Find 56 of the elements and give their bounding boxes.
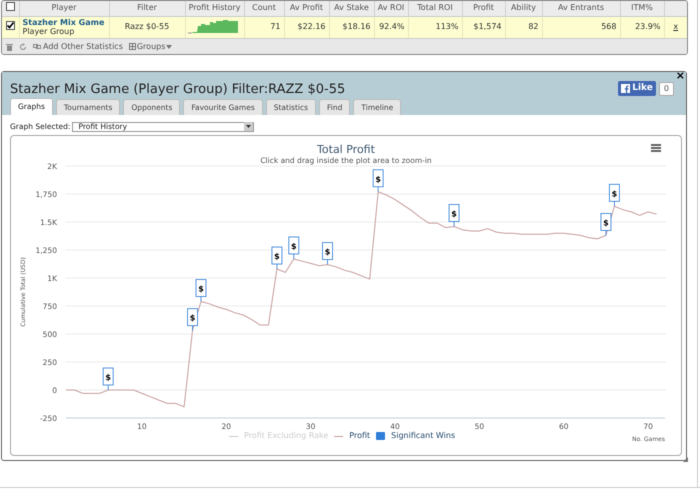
table-cell: 82 (528, 22, 538, 32)
like-count: 0 (658, 82, 674, 96)
facebook-icon (621, 84, 630, 93)
like-button[interactable]: Like (618, 81, 656, 96)
annotation: $ (274, 252, 280, 262)
column-header[interactable]: Profit History (188, 3, 240, 12)
grid-icon (128, 43, 136, 50)
legend-line (229, 436, 238, 437)
column-header[interactable]: ITM% (631, 3, 653, 12)
table-cell: 71 (270, 22, 280, 32)
player-type: Player Group (22, 27, 76, 36)
table-cell: 568 (601, 22, 616, 32)
annotation: $ (603, 218, 610, 228)
legend-item[interactable]: Significant Wins (391, 431, 456, 442)
table-cell: Razz $0-55 (124, 22, 170, 32)
annotation: $ (324, 248, 331, 257)
column-header[interactable]: Profit (473, 3, 494, 12)
column-header[interactable]: Ability (510, 3, 536, 12)
table-cell: $1,574 (474, 22, 502, 32)
remove-row-button[interactable]: x (673, 22, 678, 32)
column-header[interactable]: Av ROI (378, 3, 404, 12)
legend-item[interactable]: Profit (349, 431, 370, 442)
checkbox[interactable] (6, 21, 15, 30)
annotation: $ (451, 210, 458, 219)
column-header[interactable]: Total ROI (417, 3, 453, 12)
column-header[interactable]: Av Stake (334, 3, 369, 12)
annotation: $ (105, 373, 112, 382)
player-link[interactable]: Stazher Mix Game (22, 18, 108, 28)
table-cell: $18.16 (342, 22, 370, 32)
column-header[interactable]: Player (52, 3, 76, 12)
annotation: $ (375, 175, 382, 184)
sparkline (188, 20, 238, 34)
checkbox[interactable] (6, 2, 15, 11)
column-header[interactable]: Av Profit (290, 3, 324, 12)
annotation: $ (291, 242, 297, 252)
caret-icon (166, 44, 172, 48)
close-button[interactable]: × (676, 70, 685, 81)
table-cell: 92.4% (379, 22, 404, 32)
annotation: $ (612, 190, 618, 199)
annotation: $ (198, 284, 204, 294)
annotation: $ (190, 314, 196, 323)
table-cell: 113% (436, 22, 458, 32)
add-statistics-button[interactable]: Add Other Statistics (33, 40, 123, 52)
table-cell: 23.9% (635, 22, 660, 32)
panel-title: Stazher Mix Game (Player Group) Filter:RAZZ $0-55 (10, 81, 346, 99)
column-header[interactable]: Filter (137, 3, 157, 12)
resize-handle-icon[interactable] (683, 457, 688, 462)
dropdown-arrow-icon (244, 122, 254, 132)
table-cell: $22.16 (298, 22, 326, 32)
link-icon (33, 43, 41, 50)
trash-icon[interactable] (6, 42, 13, 50)
menu-icon[interactable] (651, 144, 661, 152)
chart-title: Total Profit (317, 143, 375, 156)
column-header[interactable]: Count (252, 3, 276, 12)
groups-button[interactable]: Groups (128, 40, 172, 52)
column-header[interactable]: Av Entrants (558, 3, 604, 12)
